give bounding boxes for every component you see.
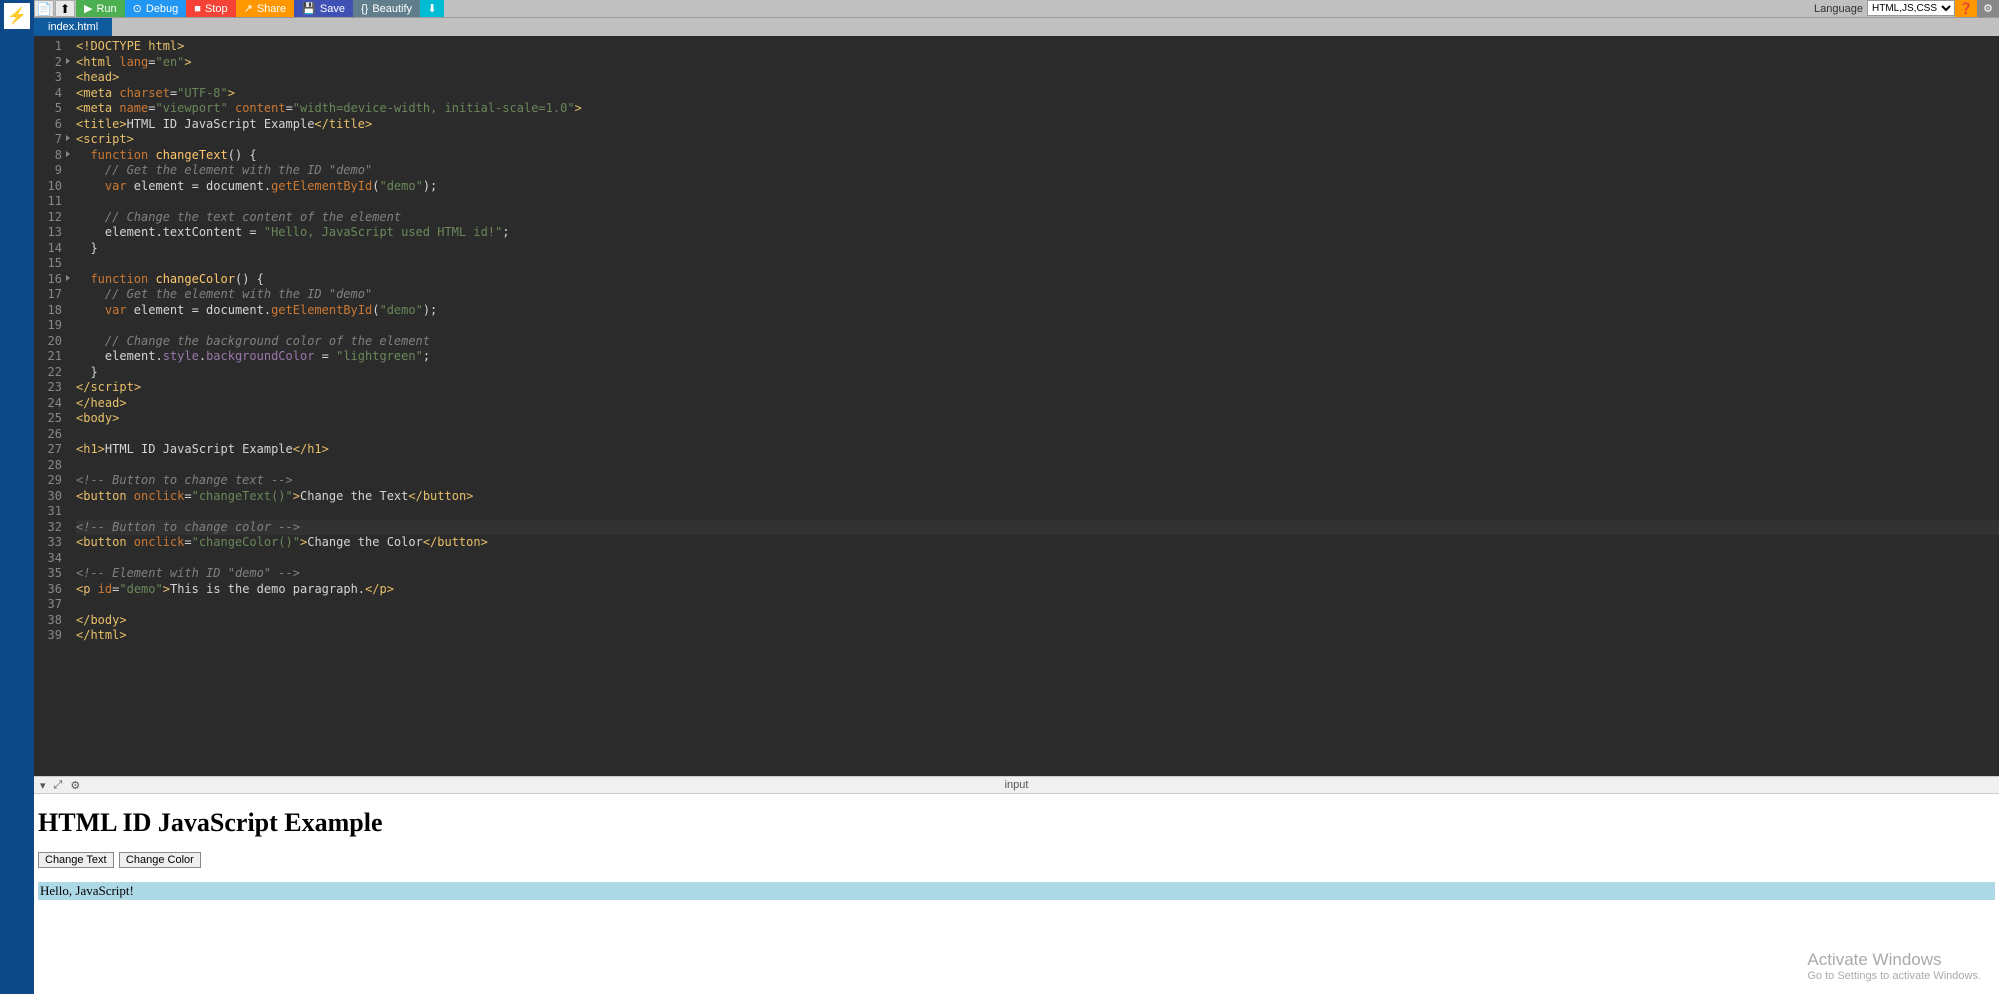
demo-paragraph: Hello, JavaScript! [38,882,1995,900]
file-tab[interactable]: index.html [34,18,112,36]
collapse-icon[interactable]: ▾ [40,779,46,792]
output-heading: HTML ID JavaScript Example [38,808,1995,838]
share-label: Share [257,3,286,15]
output-pane: HTML ID JavaScript Example Change Text C… [34,794,1999,994]
change-text-button[interactable]: Change Text [38,852,114,868]
upload-button[interactable]: ⬆ [55,0,75,17]
watermark-subtitle: Go to Settings to activate Windows. [1807,970,1981,982]
settings-button[interactable]: ⚙ [1977,0,1999,17]
tab-label: index.html [48,21,98,33]
expand-icon[interactable]: ⤢ [54,779,63,792]
new-file-button[interactable]: 📄 [34,0,54,17]
watermark-title: Activate Windows [1807,950,1981,970]
download-button[interactable]: ⬇ [420,0,444,17]
output-toolbar: ▾ ⤢ ⚙ input [34,776,1999,794]
beautify-button[interactable]: {} Beautify [353,0,420,17]
save-button[interactable]: 💾 Save [294,0,353,17]
code-editor[interactable]: 1234567891011121314151617181920212223242… [34,36,1999,776]
stop-label: Stop [205,3,228,15]
language-label: Language [1810,0,1867,17]
code-area[interactable]: <!DOCTYPE html><html lang="en"><head><me… [68,36,1999,776]
tabs-bar: index.html [34,18,1999,36]
logo-icon[interactable]: ⚡ [4,3,30,29]
left-sidebar: ⚡ [0,0,34,994]
output-settings-icon[interactable]: ⚙ [70,779,80,792]
output-label: input [1005,779,1029,791]
help-button[interactable]: ❓ [1955,0,1977,17]
debug-button[interactable]: ⊙ Debug [125,0,187,17]
language-select[interactable]: HTML,JS,CSS [1867,0,1955,16]
windows-watermark: Activate Windows Go to Settings to activ… [1807,950,1981,982]
debug-label: Debug [146,3,178,15]
change-color-button[interactable]: Change Color [119,852,201,868]
toolbar: 📄 ⬆ ▶ Run ⊙ Debug ■ Stop ↗ Share 💾 Save … [34,0,1999,18]
share-button[interactable]: ↗ Share [236,0,295,17]
stop-button[interactable]: ■ Stop [186,0,235,17]
beautify-label: Beautify [372,3,412,15]
line-gutter: 1234567891011121314151617181920212223242… [34,36,68,776]
run-button[interactable]: ▶ Run [76,0,125,17]
save-label: Save [320,3,345,15]
run-label: Run [96,3,116,15]
